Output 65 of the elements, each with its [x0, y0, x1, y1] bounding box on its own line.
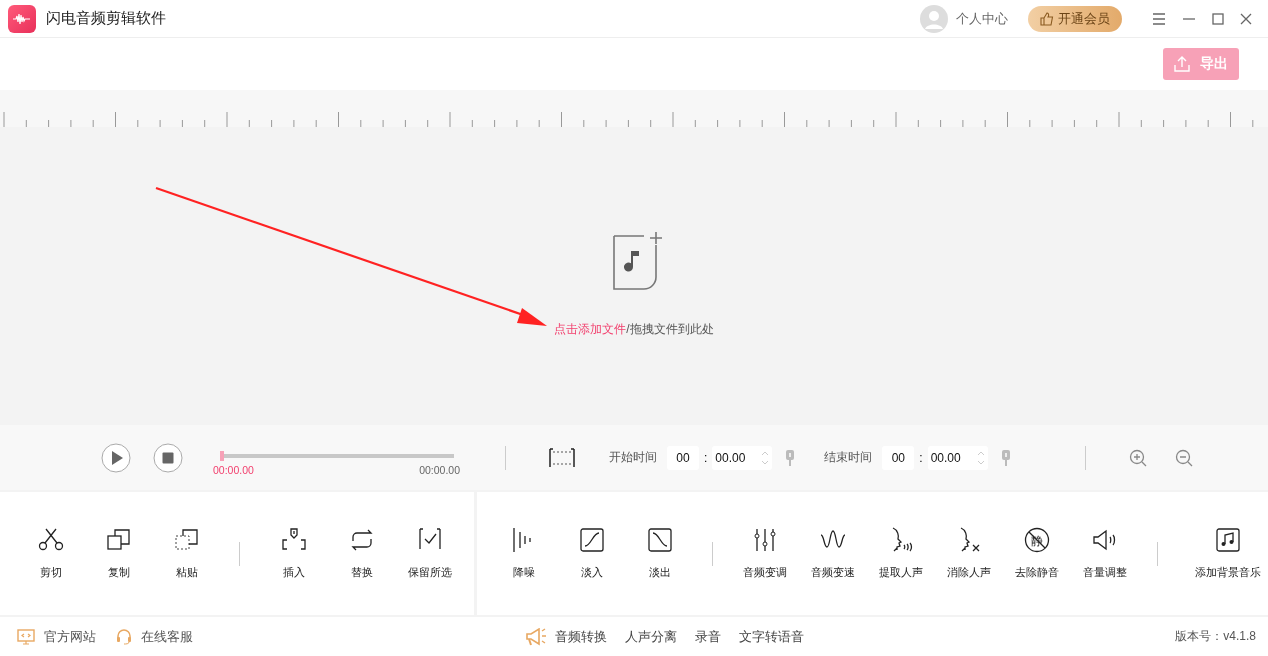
marker-pin-icon[interactable] — [1001, 449, 1010, 466]
colon-separator: : — [919, 450, 923, 465]
start-minutes-field[interactable]: 00 — [667, 445, 699, 470]
end-time-label: 结束时间 — [824, 449, 873, 466]
loop-icon — [349, 527, 375, 553]
tool-button[interactable]: 插入 — [260, 527, 328, 580]
stop-button[interactable] — [153, 442, 183, 473]
colon-separator: : — [704, 450, 708, 465]
speaker-icon — [1092, 527, 1118, 553]
scissors-icon — [38, 527, 64, 553]
tool-button[interactable]: 复制 — [85, 527, 153, 580]
music-note-icon — [1215, 527, 1241, 553]
vip-button[interactable]: 开通会员 — [1028, 5, 1122, 32]
tool-button[interactable]: 提取人声 — [867, 527, 935, 580]
zoom-out-icon[interactable] — [1174, 448, 1193, 467]
equalizer-icon — [752, 527, 778, 553]
current-time: 00:00.00 — [213, 463, 254, 476]
total-time: 00:00.00 — [419, 463, 460, 476]
tool-button[interactable]: 消除人声 — [935, 527, 1003, 580]
monitor-icon — [17, 628, 35, 645]
tool-button[interactable]: 添加背景音乐 — [1188, 527, 1268, 580]
tool-button[interactable]: 淡入 — [558, 527, 626, 580]
user-center-link[interactable]: 个人中心 — [956, 9, 1008, 28]
megaphone-icon — [524, 627, 547, 646]
tool-button[interactable]: 音频变调 — [731, 527, 799, 580]
playback-thumb[interactable] — [220, 450, 224, 461]
footer-link[interactable]: 在线客服 — [116, 627, 193, 646]
tool-button[interactable]: 剪切 — [17, 527, 85, 580]
footer-feature-link[interactable]: 文字转语音 — [738, 627, 804, 646]
maximize-icon[interactable] — [1212, 12, 1224, 25]
start-time-label: 开始时间 — [609, 449, 657, 466]
menu-icon[interactable] — [1152, 12, 1166, 25]
window-title: 闪电音频剪辑软件 — [46, 9, 166, 28]
marker-pin-icon[interactable] — [786, 449, 795, 466]
headset-icon — [116, 628, 132, 645]
paste-icon — [174, 527, 200, 553]
end-minutes-field[interactable]: 00 — [882, 445, 915, 470]
tool-button[interactable]: 音量调整 — [1071, 527, 1139, 580]
selection-icon[interactable] — [549, 447, 575, 468]
drop-hint: /拖拽文件到此处 — [626, 322, 714, 336]
start-seconds-field[interactable]: 00.00 — [712, 445, 773, 470]
zoom-in-icon[interactable] — [1128, 448, 1147, 467]
upload-icon — [1174, 56, 1190, 72]
copy-icon — [106, 527, 132, 553]
play-button[interactable] — [101, 442, 131, 473]
minimize-icon[interactable] — [1182, 17, 1196, 20]
tool-button[interactable]: 保留所选 — [396, 527, 464, 580]
end-seconds-field[interactable]: 00.00 — [927, 445, 988, 470]
tool-button[interactable]: 降噪 — [490, 527, 558, 580]
fade-out-icon — [647, 527, 673, 553]
footer-link[interactable]: 官方网站 — [17, 627, 96, 646]
tool-button[interactable]: 音频变速 — [799, 527, 867, 580]
fade-in-icon — [579, 527, 605, 553]
thumbs-up-icon — [1040, 11, 1054, 26]
version-label: 版本号：v4.1.8 — [1175, 628, 1256, 645]
tool-button[interactable]: 替换 — [328, 527, 396, 580]
app-logo-icon — [8, 4, 36, 33]
footer-feature-link[interactable]: 音频转换 — [554, 627, 607, 646]
footer-feature-link[interactable]: 人声分离 — [624, 627, 677, 646]
insert-icon — [281, 527, 307, 553]
footer-feature-link[interactable]: 录音 — [694, 627, 721, 646]
playback-track[interactable] — [220, 453, 454, 458]
tool-button[interactable]: 淡出 — [626, 527, 694, 580]
close-icon[interactable] — [1240, 12, 1252, 25]
tool-button[interactable]: 粘贴 — [153, 527, 221, 580]
